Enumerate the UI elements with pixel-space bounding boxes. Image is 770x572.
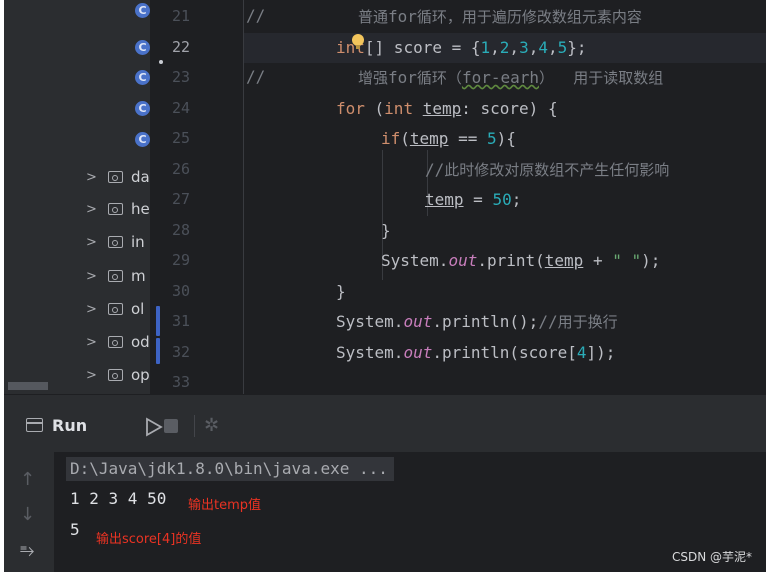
chevron-right-icon[interactable]: >	[86, 302, 97, 317]
class-file-icon[interactable]: C	[135, 3, 150, 18]
output-annotation: 输出temp值	[188, 498, 262, 513]
line-number: 23	[172, 68, 191, 86]
run-tab-title[interactable]: Run	[52, 416, 87, 435]
code-line[interactable]: int[] score = {1,2,3,4,5};	[336, 33, 766, 63]
chevron-right-icon[interactable]: >	[86, 269, 97, 284]
code-line[interactable]: 增强for循环（for-earh） 用于读取数组	[358, 63, 766, 93]
tree-folder-item[interactable]: > he	[4, 194, 150, 224]
package-folder-icon	[108, 171, 123, 183]
bookmark-dot-icon	[159, 60, 163, 64]
tree-folder-item[interactable]: > da	[4, 162, 150, 192]
code-line[interactable]: if(temp == 5){	[381, 124, 766, 154]
folder-label: da	[131, 168, 150, 186]
chevron-right-icon[interactable]: >	[86, 170, 97, 185]
package-folder-icon	[108, 270, 123, 282]
stop-icon[interactable]	[164, 419, 178, 433]
line-number: 26	[172, 160, 191, 178]
comment-prefix: //	[246, 67, 266, 86]
line-number: 32	[172, 343, 191, 361]
code-line[interactable]: 普通for循环，用于遍历修改数组元素内容	[358, 2, 766, 32]
tree-folder-item[interactable]: > od	[4, 327, 150, 357]
chevron-right-icon[interactable]: >	[86, 202, 97, 217]
class-file-icon[interactable]: C	[135, 70, 150, 85]
lightbulb-icon[interactable]	[352, 34, 364, 49]
watermark: CSDN @芋泥*	[672, 550, 753, 564]
line-number: 25	[172, 129, 191, 147]
chevron-right-icon[interactable]: >	[86, 235, 97, 250]
code-line[interactable]: System.out.print(temp + " ");	[381, 246, 766, 276]
class-file-icon[interactable]: C	[135, 132, 150, 147]
code-line[interactable]: for (int temp: score) {	[336, 94, 766, 124]
line-number: 24	[172, 99, 191, 117]
ide-window: C C C C C > da > he > in > m > ol > od >…	[4, 0, 766, 572]
chevron-right-icon[interactable]: >	[86, 335, 97, 350]
vcs-change-marker[interactable]	[156, 338, 160, 364]
line-number: 27	[172, 190, 191, 208]
code-line[interactable]: System.out.println();//用于换行	[336, 307, 766, 337]
folder-label: m	[131, 267, 146, 285]
code-line[interactable]: }	[381, 216, 766, 246]
tree-scrollbar[interactable]	[8, 382, 48, 390]
run-toolbar: Run ✲	[4, 394, 766, 453]
folder-label: od	[131, 333, 150, 351]
line-number: 31	[172, 312, 191, 330]
vcs-change-marker[interactable]	[156, 306, 160, 336]
package-folder-icon	[108, 203, 123, 215]
soft-wrap-icon[interactable]: ⥱	[20, 540, 34, 561]
code-line[interactable]: //此时修改对原数组不产生任何影响	[425, 155, 766, 185]
package-folder-icon	[108, 236, 123, 248]
folder-label: ol	[131, 300, 145, 318]
comment-prefix: //	[246, 6, 266, 25]
project-tree: C C C C C > da > he > in > m > ol > od >…	[4, 0, 150, 394]
package-folder-icon	[108, 303, 123, 315]
panel-icon[interactable]	[26, 418, 43, 432]
toolbar-divider	[194, 415, 195, 437]
chevron-right-icon[interactable]: >	[86, 368, 97, 383]
console-side-toolbar: ↑ ↓ ⥱	[4, 452, 54, 572]
tree-folder-item[interactable]: > in	[4, 227, 150, 257]
debug-bug-icon[interactable]: ✲	[204, 415, 226, 437]
folder-label: in	[131, 233, 145, 251]
line-number: 22	[172, 38, 191, 56]
code-line[interactable]: System.out.println(score[4]);	[336, 338, 766, 368]
code-line[interactable]: temp = 50;	[425, 185, 766, 215]
class-file-icon[interactable]: C	[135, 40, 150, 55]
line-number: 21	[172, 7, 191, 25]
line-number: 30	[172, 282, 191, 300]
class-file-icon[interactable]: C	[135, 101, 150, 116]
package-folder-icon	[108, 336, 123, 348]
java-command-line: D:\Java\jdk1.8.0\bin\java.exe ...	[66, 457, 394, 481]
tree-folder-item[interactable]: > ol	[4, 294, 150, 324]
folder-label: op	[131, 366, 150, 384]
arrow-down-icon[interactable]: ↓	[20, 504, 35, 525]
arrow-up-icon[interactable]: ↑	[20, 469, 35, 490]
editor-area: C C C C C > da > he > in > m > ol > od >…	[4, 0, 766, 394]
code-line[interactable]: }	[336, 277, 766, 307]
folder-label: he	[131, 200, 150, 218]
console-output-line: 1 2 3 4 50	[70, 489, 167, 508]
tree-folder-item[interactable]: > m	[4, 261, 150, 291]
line-number: 28	[172, 221, 191, 239]
console-output-line: 5	[70, 520, 80, 539]
package-folder-icon	[108, 369, 123, 381]
output-annotation: 输出score[4]的值	[96, 532, 202, 547]
line-number: 33	[172, 373, 191, 391]
line-number: 29	[172, 251, 191, 269]
